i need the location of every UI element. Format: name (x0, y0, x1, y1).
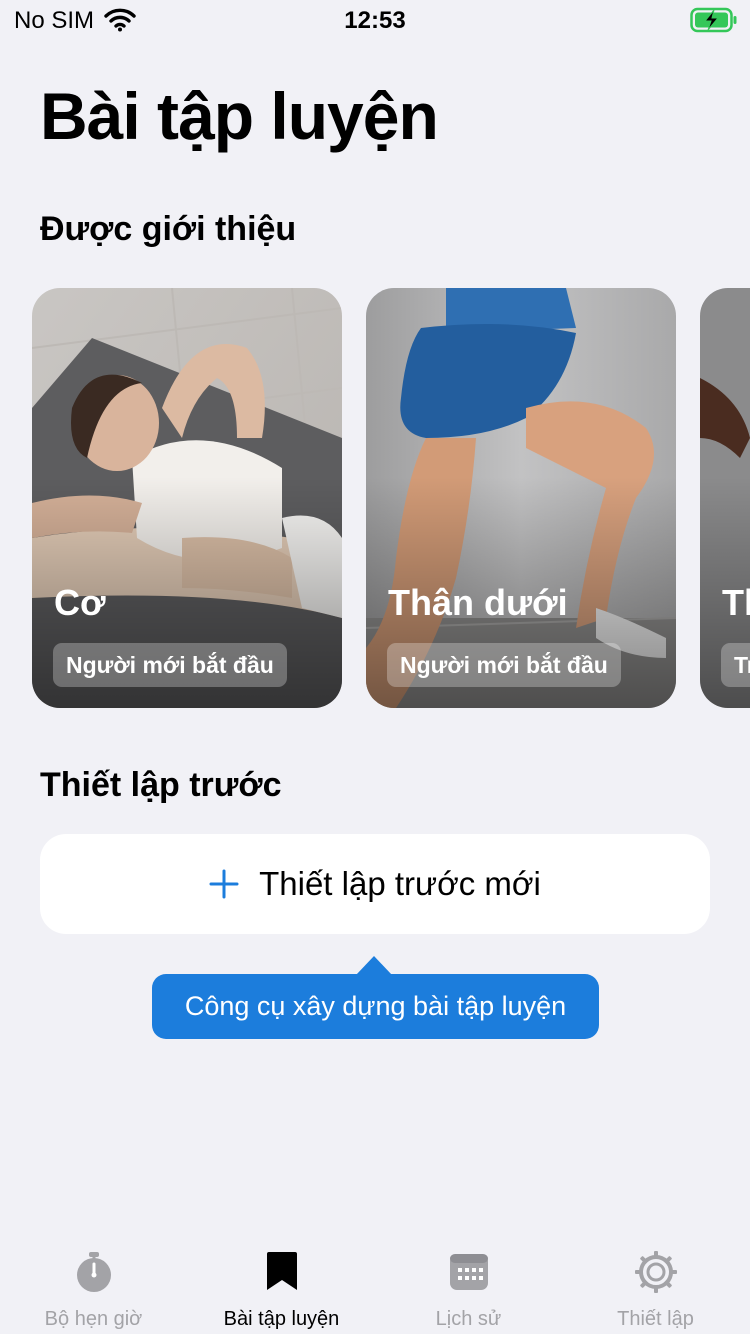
card-title: Th (722, 582, 750, 623)
tab-timer[interactable]: Bộ hẹn giờ (0, 1238, 187, 1334)
gear-icon (634, 1251, 677, 1293)
bookmark-icon (266, 1252, 297, 1290)
presets-section-title: Thiết lập trước (40, 766, 282, 804)
card-title: Cơ (54, 582, 106, 623)
clock: 12:53 (344, 7, 406, 34)
tab-label: Bài tập luyện (223, 1308, 340, 1330)
featured-section-title: Được giới thiệu (40, 210, 297, 248)
featured-card-lower-body[interactable]: Thân dưới Người mới bắt đầu (366, 288, 676, 708)
workouts-screen: No SIM 12:53 Bài tập luyện Được giới thi… (0, 0, 750, 1334)
battery-charging-icon (690, 7, 737, 33)
stopwatch-icon (76, 1252, 111, 1292)
tab-workouts[interactable]: Bài tập luyện (188, 1238, 375, 1334)
status-bar: No SIM 12:53 (0, 0, 750, 40)
tooltip-text: Công cụ xây dựng bài tập luyện (184, 991, 567, 1021)
featured-carousel[interactable]: Cơ Người mới bắt đầu Thân dưới Người mới… (0, 288, 750, 708)
plus-icon (209, 869, 239, 899)
card-level-badge: Tr (721, 643, 750, 687)
page-title: Bài tập luyện (40, 79, 439, 153)
tab-label: Thiết lập (617, 1308, 694, 1330)
new-preset-button[interactable]: Thiết lập trước mới (40, 834, 710, 934)
tab-history[interactable]: Lịch sử (375, 1238, 562, 1334)
card-level-badge: Người mới bắt đầu (387, 643, 621, 687)
tab-label: Lịch sử (435, 1308, 502, 1330)
tab-bar: Bộ hẹn giờ Bài tập luyện Lịch sử Thiết l… (0, 1238, 750, 1334)
new-preset-label: Thiết lập trước mới (259, 865, 541, 902)
card-title: Thân dưới (388, 582, 568, 623)
tooltip-arrow (356, 956, 392, 975)
workout-builder-tooltip[interactable]: Công cụ xây dựng bài tập luyện (152, 974, 599, 1039)
tab-settings[interactable]: Thiết lập (562, 1238, 749, 1334)
featured-card-partial[interactable]: Th Tr (700, 288, 750, 708)
card-level-badge: Người mới bắt đầu (53, 643, 287, 687)
featured-card-core[interactable]: Cơ Người mới bắt đầu (32, 288, 342, 708)
tab-label: Bộ hẹn giờ (44, 1308, 143, 1330)
calendar-icon (449, 1254, 488, 1290)
